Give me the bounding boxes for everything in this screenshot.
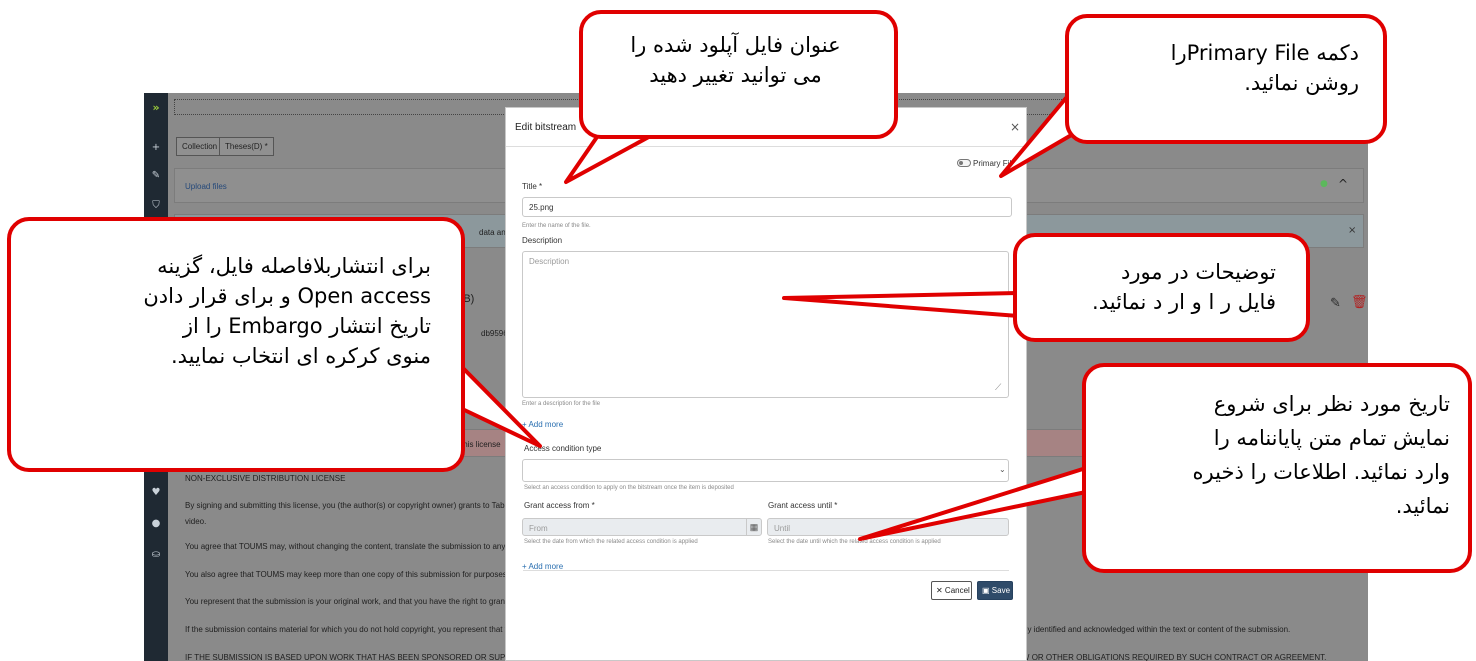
callout-line: نمائید. xyxy=(1395,494,1450,518)
callout-line: می توانید تغییر دهید xyxy=(649,63,822,87)
callout-line: تاریخ انتشار Embargo را از xyxy=(182,314,431,338)
callout-line: منوی کرکره ای انتخاب نمایید. xyxy=(170,344,431,368)
callout-line: دکمه Primary Fileرا xyxy=(1170,41,1359,65)
primary-file-callout: دکمه Primary Fileرا روشن نمائید. xyxy=(1065,14,1387,144)
callout-line: برای انتشاربلافاصله فایل، گزینه xyxy=(157,254,431,278)
description-callout: توضیحات در مورد فایل ر ا و ار د نمائید. xyxy=(1013,233,1310,342)
description-callout-tail xyxy=(782,291,1020,318)
callout-line: تاریخ مورد نظر برای شروع xyxy=(1213,392,1450,416)
callout-line: روشن نمائید. xyxy=(1244,71,1359,95)
callout-line: توضیحات در مورد xyxy=(1120,260,1276,284)
access-callout-tail xyxy=(454,359,542,448)
callout-line: وارد نمائید. اطلاعات را ذخیره xyxy=(1192,460,1450,484)
date-callout-tail xyxy=(858,466,1088,541)
callout-line: Open access و برای قرار دادن xyxy=(143,284,431,308)
callout-line: نمایش تمام متن پایاننامه را xyxy=(1213,426,1450,450)
title-callout: عنوان فایل آپلود شده را می توانید تغییر … xyxy=(579,10,898,139)
date-callout: تاریخ مورد نظر برای شروع نمایش تمام متن … xyxy=(1082,363,1472,573)
callout-line: عنوان فایل آپلود شده را xyxy=(630,33,841,57)
callout-line: فایل ر ا و ار د نمائید. xyxy=(1092,290,1276,314)
access-callout: برای انتشاربلافاصله فایل، گزینه Open acc… xyxy=(7,217,465,472)
